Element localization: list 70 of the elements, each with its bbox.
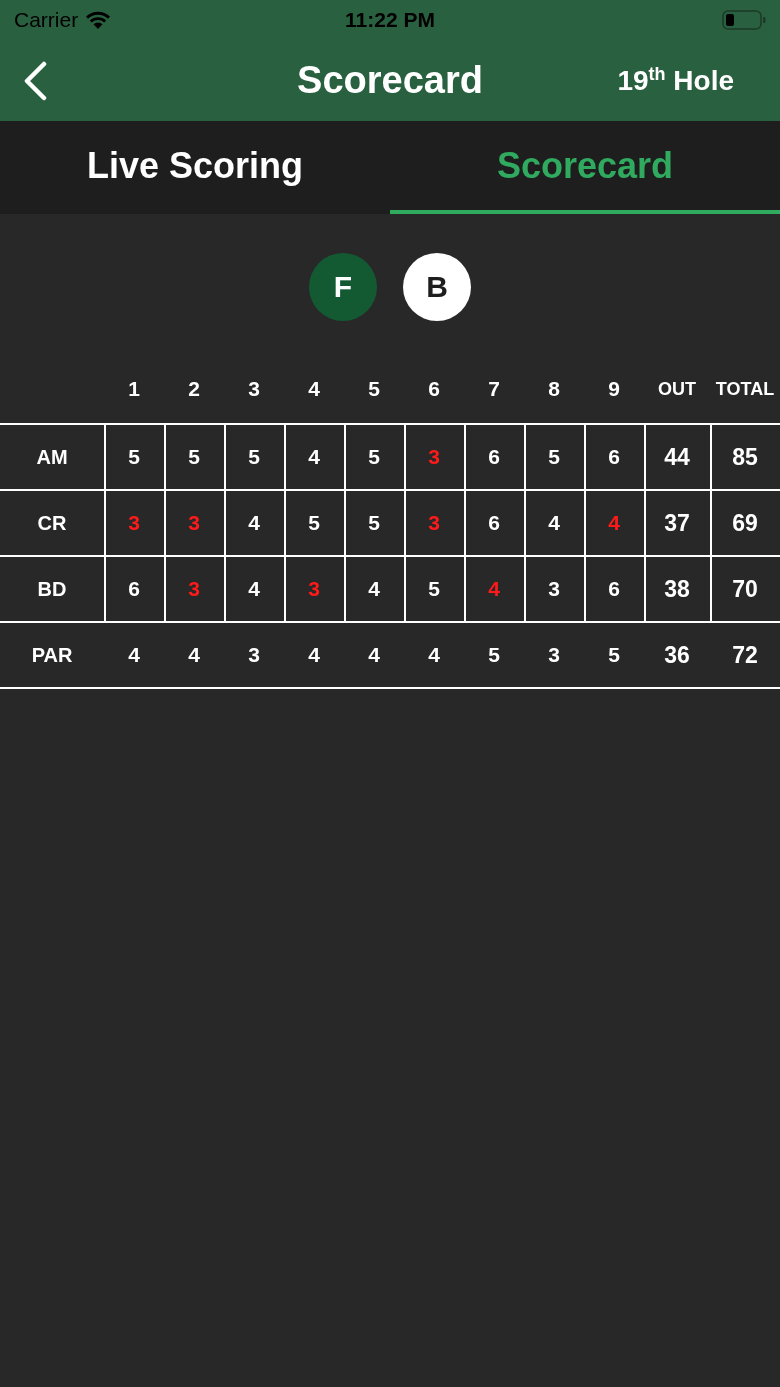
- column-header: 4: [284, 355, 344, 425]
- total-cell: 69: [710, 491, 780, 557]
- score-cell: 4: [284, 425, 346, 491]
- battery-icon: [722, 10, 766, 30]
- column-header: 5: [344, 355, 404, 425]
- score-cell: 5: [104, 425, 166, 491]
- out-total-cell: 44: [644, 425, 712, 491]
- score-cell: 5: [524, 425, 586, 491]
- score-cell: 5: [404, 557, 466, 623]
- score-cell: 4: [284, 623, 344, 689]
- score-cell: 4: [464, 557, 526, 623]
- screen-title: Scorecard: [297, 59, 483, 102]
- out-total-cell: 38: [644, 557, 712, 623]
- score-cell: 4: [524, 491, 586, 557]
- score-cell: 5: [284, 491, 346, 557]
- score-cell: 5: [584, 623, 644, 689]
- score-cell: 4: [224, 491, 286, 557]
- score-cell: 6: [584, 557, 646, 623]
- total-cell: 85: [710, 425, 780, 491]
- column-header: 8: [524, 355, 584, 425]
- score-cell: 5: [224, 425, 286, 491]
- nine-toggle-button[interactable]: F: [309, 253, 377, 321]
- score-cell: 3: [284, 557, 346, 623]
- tab[interactable]: Scorecard: [390, 121, 780, 214]
- total-cell: 72: [710, 623, 780, 689]
- row-label: CR: [0, 491, 106, 557]
- column-header: TOTAL: [710, 355, 780, 425]
- score-cell: 4: [584, 491, 646, 557]
- total-cell: 70: [710, 557, 780, 623]
- score-cell: 4: [344, 623, 404, 689]
- nine-toggle-button[interactable]: B: [403, 253, 471, 321]
- row-label: BD: [0, 557, 106, 623]
- column-header: 1: [104, 355, 164, 425]
- score-cell: 6: [464, 425, 526, 491]
- score-cell: 3: [164, 491, 226, 557]
- carrier-label: Carrier: [14, 8, 79, 32]
- score-cell: 6: [464, 491, 526, 557]
- column-header: 3: [224, 355, 284, 425]
- column-header: 7: [464, 355, 524, 425]
- score-cell: 3: [164, 557, 226, 623]
- score-cell: 6: [104, 557, 166, 623]
- score-cell: 4: [404, 623, 464, 689]
- tab[interactable]: Live Scoring: [0, 121, 390, 214]
- column-header: 2: [164, 355, 224, 425]
- score-cell: 5: [344, 425, 406, 491]
- out-total-cell: 37: [644, 491, 712, 557]
- score-cell: 3: [104, 491, 166, 557]
- score-cell: 3: [524, 557, 586, 623]
- score-cell: 5: [344, 491, 406, 557]
- score-cell: 3: [404, 425, 466, 491]
- score-cell: 5: [464, 623, 524, 689]
- column-header: 9: [584, 355, 644, 425]
- score-cell: 3: [524, 623, 584, 689]
- score-cell: 3: [224, 623, 284, 689]
- row-label: PAR: [0, 623, 104, 689]
- score-cell: 4: [344, 557, 406, 623]
- nineteenth-hole-button[interactable]: 19$^{th}$ Hole: [617, 63, 734, 98]
- status-time: 11:22 PM: [345, 8, 435, 32]
- column-header: OUT: [644, 355, 710, 425]
- score-cell: 6: [584, 425, 646, 491]
- row-label: AM: [0, 425, 106, 491]
- column-header: 6: [404, 355, 464, 425]
- out-total-cell: 36: [644, 623, 710, 689]
- wifi-icon: [84, 10, 113, 30]
- score-cell: 3: [404, 491, 466, 557]
- score-cell: 5: [164, 425, 226, 491]
- score-cell: 4: [224, 557, 286, 623]
- back-button[interactable]: [22, 60, 48, 101]
- score-cell: 4: [164, 623, 224, 689]
- score-cell: 4: [104, 623, 164, 689]
